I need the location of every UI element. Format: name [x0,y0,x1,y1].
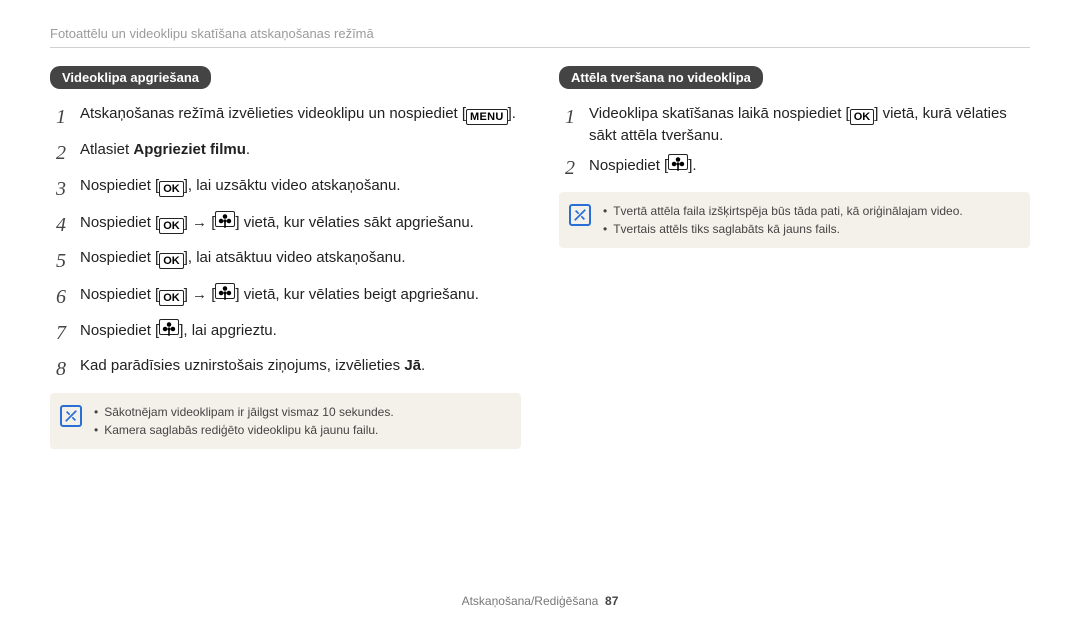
breadcrumb: Fotoattēlu un videoklipu skatīšana atska… [50,26,1030,41]
right-column: Attēla tveršana no videoklipa 1 Videokli… [559,66,1030,449]
right-section-title: Attēla tveršana no videoklipa [559,66,763,89]
step-number: 2 [559,154,575,182]
macro-flower-icon [215,211,235,227]
step-text: Atskaņošanas režīmā izvēlieties videokli… [80,103,516,125]
ok-button-icon: OK [159,181,184,197]
step-text: Kad parādīsies uznirstošais ziņojums, iz… [80,355,425,376]
step-number: 3 [50,175,66,203]
step: 2 Nospiediet []. [559,154,1030,182]
step-text: Atlasiet Apgrieziet filmu. [80,139,250,160]
step: 1 Videoklipa skatīšanas laikā nospiediet… [559,103,1030,146]
menu-button-icon: MENU [466,109,508,125]
step-text: Nospiediet [], lai apgrieztu. [80,319,277,341]
step: 1 Atskaņošanas režīmā izvēlieties videok… [50,103,521,131]
footer-section: Atskaņošana/Rediģēšana [462,594,599,608]
step: 7 Nospiediet [], lai apgrieztu. [50,319,521,347]
step-number: 8 [50,355,66,383]
step-text: Nospiediet [OK], lai atsāktuu video atsk… [80,247,406,269]
step-number: 1 [50,103,66,131]
step-text: Nospiediet [OK] → [] vietā, kur vēlaties… [80,211,474,234]
note-item: Tvertais attēls tiks saglabāts kā jauns … [603,220,963,238]
step-number: 2 [50,139,66,167]
step-number: 1 [559,103,575,131]
header-divider [50,47,1030,48]
macro-flower-icon [159,319,179,335]
step-text: Videoklipa skatīšanas laikā nospiediet [… [589,103,1030,146]
right-steps: 1 Videoklipa skatīšanas laikā nospiediet… [559,103,1030,182]
footer: Atskaņošana/Rediģēšana 87 [0,594,1080,608]
info-icon [569,204,591,226]
content-columns: Videoklipa apgriešana 1 Atskaņošanas rež… [50,66,1030,449]
step-number: 5 [50,247,66,275]
step: 6 Nospiediet [OK] → [] vietā, kur vēlati… [50,283,521,311]
step-number: 4 [50,211,66,239]
step: 4 Nospiediet [OK] → [] vietā, kur vēlati… [50,211,521,239]
info-icon [60,405,82,427]
note-list: Sākotnējam videoklipam ir jāilgst vismaz… [94,403,394,439]
note-item: Tvertā attēla faila izšķirtspēja būs tād… [603,202,963,220]
page: Fotoattēlu un videoklipu skatīšana atska… [0,0,1080,630]
step-text: Nospiediet [OK] → [] vietā, kur vēlaties… [80,283,479,306]
note-item: Kamera saglabās rediģēto videoklipu kā j… [94,421,394,439]
note-list: Tvertā attēla faila izšķirtspēja būs tād… [603,202,963,238]
note-box: Tvertā attēla faila izšķirtspēja būs tād… [559,192,1030,248]
step: 8 Kad parādīsies uznirstošais ziņojums, … [50,355,521,383]
note-box: Sākotnējam videoklipam ir jāilgst vismaz… [50,393,521,449]
left-section-title: Videoklipa apgriešana [50,66,211,89]
step: 3 Nospiediet [OK], lai uzsāktu video ats… [50,175,521,203]
step: 5 Nospiediet [OK], lai atsāktuu video at… [50,247,521,275]
macro-flower-icon [668,154,688,170]
ok-button-icon: OK [159,253,184,269]
ok-button-icon: OK [850,109,875,125]
left-column: Videoklipa apgriešana 1 Atskaņošanas rež… [50,66,521,449]
ok-button-icon: OK [159,218,184,234]
step-text: Nospiediet []. [589,154,697,176]
step: 2 Atlasiet Apgrieziet filmu. [50,139,521,167]
left-steps: 1 Atskaņošanas režīmā izvēlieties videok… [50,103,521,383]
step-number: 6 [50,283,66,311]
page-number: 87 [605,594,618,608]
note-item: Sākotnējam videoklipam ir jāilgst vismaz… [94,403,394,421]
ok-button-icon: OK [159,290,184,306]
macro-flower-icon [215,283,235,299]
step-number: 7 [50,319,66,347]
step-text: Nospiediet [OK], lai uzsāktu video atska… [80,175,401,197]
